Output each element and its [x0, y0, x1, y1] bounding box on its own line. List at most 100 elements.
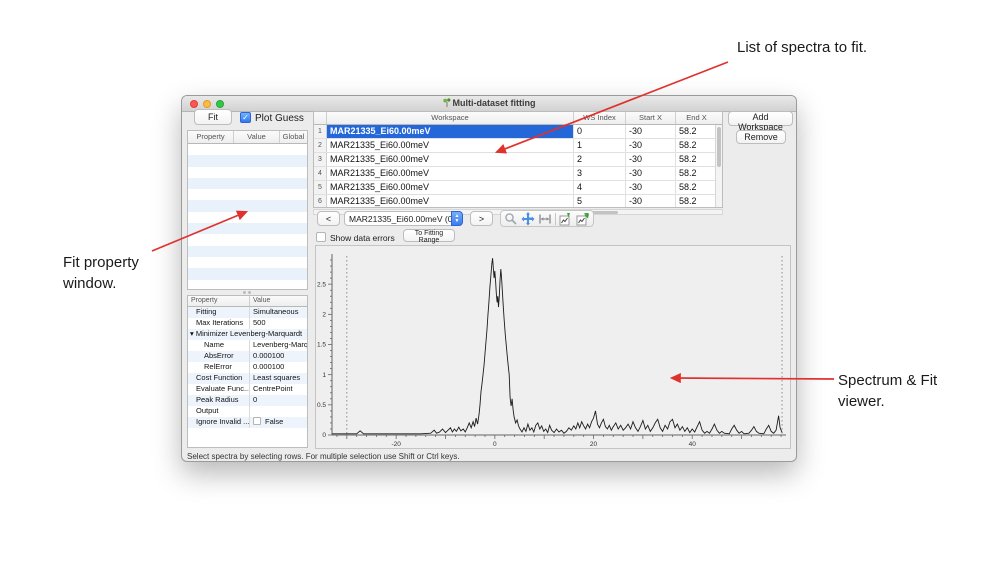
workspace-name-cell[interactable]: MAR21335_Ei60.00meV	[327, 195, 574, 208]
next-spectrum-button[interactable]: >	[470, 211, 493, 226]
settings-value-cell[interactable]: Levenberg-Marqu...	[250, 340, 307, 351]
spectrum-plot-canvas[interactable]: 00.511.522.5-2002040	[316, 246, 790, 448]
fit-settings-row: FittingSimultaneous	[188, 307, 307, 318]
fit-settings-table[interactable]: Property Value FittingSimultaneousMax It…	[187, 295, 308, 448]
fit-property-row	[188, 280, 307, 290]
header-value[interactable]: Value	[234, 131, 280, 143]
to-fitting-range-button[interactable]: To Fitting Range	[403, 229, 455, 242]
svg-text:1.5: 1.5	[317, 342, 326, 349]
fit-settings-row: Output	[188, 406, 307, 417]
workspace-table-row[interactable]: 1MAR21335_Ei60.00meV0-3058.2	[314, 125, 722, 139]
settings-property-cell: Name	[188, 340, 250, 351]
header-property[interactable]: Property	[188, 296, 250, 306]
workspace-table-row[interactable]: 6MAR21335_Ei60.00meV5-3058.2	[314, 195, 722, 208]
fit-property-row	[188, 155, 307, 166]
header-ws-index[interactable]: WS Index	[574, 112, 626, 124]
settings-value-cell[interactable]: False	[250, 417, 307, 428]
spectrum-stepper[interactable]: ▲▼	[451, 211, 463, 226]
fit-settings-row: Cost FunctionLeast squares	[188, 373, 307, 384]
svg-text:-20: -20	[391, 441, 401, 448]
workspace-table-row[interactable]: 5MAR21335_Ei60.00meV4-3058.2	[314, 181, 722, 195]
svg-text:1: 1	[322, 372, 326, 379]
splitter-handle[interactable]	[240, 291, 254, 294]
fit-settings-row: Max Iterations500	[188, 318, 307, 329]
start-x-cell[interactable]: -30	[626, 153, 676, 166]
ws-index-cell[interactable]: 3	[574, 167, 626, 180]
header-value[interactable]: Value	[250, 296, 307, 306]
show-data-errors-checkbox[interactable]	[316, 232, 326, 242]
settings-value-cell[interactable]: CentrePoint	[250, 384, 307, 395]
remove-button[interactable]: Remove	[736, 130, 786, 144]
settings-group-row[interactable]: ▾ Minimizer Levenberg-Marquardt	[188, 329, 307, 340]
header-end-x[interactable]: End X	[676, 112, 717, 124]
end-x-cell[interactable]: 58.2	[676, 153, 717, 166]
start-x-cell[interactable]: -30	[626, 139, 676, 152]
fit-property-row	[188, 178, 307, 189]
fit-property-table[interactable]: Property Value Global	[187, 130, 308, 290]
add-workspace-button[interactable]: Add Workspace	[728, 111, 793, 126]
fit-settings-row: Evaluate Func...CentrePoint	[188, 384, 307, 395]
fit-settings-table-body: FittingSimultaneousMax Iterations500▾ Mi…	[188, 307, 307, 428]
workspace-table[interactable]: Workspace WS Index Start X End X 1MAR213…	[313, 111, 723, 208]
workspace-name-cell[interactable]: MAR21335_Ei60.00meV	[327, 125, 574, 138]
header-start-x[interactable]: Start X	[626, 112, 676, 124]
export-plot-icon[interactable]	[559, 212, 573, 226]
fit-property-row	[188, 167, 307, 178]
start-x-cell[interactable]: -30	[626, 167, 676, 180]
fit-button[interactable]: Fit	[194, 109, 232, 125]
spectrum-plot[interactable]: 00.511.522.5-2002040	[315, 245, 791, 449]
prev-spectrum-button[interactable]: <	[317, 211, 340, 226]
mantid-app-icon	[443, 98, 451, 107]
header-workspace[interactable]: Workspace	[327, 112, 574, 124]
end-x-cell[interactable]: 58.2	[676, 167, 717, 180]
fit-range-icon[interactable]	[538, 212, 552, 226]
settings-value-cell[interactable]: Least squares	[250, 373, 307, 384]
ws-index-cell[interactable]: 4	[574, 181, 626, 194]
settings-property-cell: Evaluate Func...	[188, 384, 250, 395]
workspace-table-row[interactable]: 3MAR21335_Ei60.00meV2-3058.2	[314, 153, 722, 167]
window-title: Multi-dataset fitting	[182, 98, 796, 108]
start-x-cell[interactable]: -30	[626, 125, 676, 138]
spectrum-combobox[interactable]: MAR21335_Ei60.00meV (0) ▲▼	[344, 211, 463, 226]
settings-value-cell[interactable]: 0.000100	[250, 362, 307, 373]
zoom-icon[interactable]	[504, 212, 518, 226]
settings-value-cell[interactable]: Simultaneous	[250, 307, 307, 318]
fit-settings-table-header: Property Value	[188, 296, 307, 307]
export-all-plots-icon[interactable]	[576, 212, 590, 226]
ignore-invalid-checkbox[interactable]	[253, 417, 261, 425]
row-number-cell: 4	[314, 167, 327, 180]
workspace-name-cell[interactable]: MAR21335_Ei60.00meV	[327, 181, 574, 194]
start-x-cell[interactable]: -30	[626, 195, 676, 208]
workspace-name-cell[interactable]: MAR21335_Ei60.00meV	[327, 167, 574, 180]
end-x-cell[interactable]: 58.2	[676, 195, 717, 208]
ws-index-cell[interactable]: 2	[574, 153, 626, 166]
settings-value-cell[interactable]: 0.000100	[250, 351, 307, 362]
settings-value-cell[interactable]: 0	[250, 395, 307, 406]
plot-guess-checkbox[interactable]: ✓	[240, 112, 251, 123]
ws-index-cell[interactable]: 0	[574, 125, 626, 138]
fit-property-row	[188, 189, 307, 200]
header-global[interactable]: Global	[280, 131, 307, 143]
workspace-table-scrollbar-v[interactable]	[715, 125, 722, 208]
workspace-table-row[interactable]: 4MAR21335_Ei60.00meV3-3058.2	[314, 167, 722, 181]
plot-guess-label: Plot Guess	[255, 113, 304, 124]
end-x-cell[interactable]: 58.2	[676, 125, 717, 138]
row-number-cell: 5	[314, 181, 327, 194]
workspace-name-cell[interactable]: MAR21335_Ei60.00meV	[327, 153, 574, 166]
spectrum-combobox-value[interactable]: MAR21335_Ei60.00meV (0)	[344, 211, 451, 226]
settings-property-cell: AbsError	[188, 351, 250, 362]
svg-text:20: 20	[590, 441, 598, 448]
settings-value-cell[interactable]	[250, 406, 307, 417]
end-x-cell[interactable]: 58.2	[676, 181, 717, 194]
fit-settings-row: RelError0.000100	[188, 362, 307, 373]
workspace-table-row[interactable]: 2MAR21335_Ei60.00meV1-3058.2	[314, 139, 722, 153]
pan-icon[interactable]	[521, 212, 535, 226]
header-property[interactable]: Property	[188, 131, 234, 143]
end-x-cell[interactable]: 58.2	[676, 139, 717, 152]
titlebar[interactable]: Multi-dataset fitting	[182, 96, 796, 112]
settings-value-cell[interactable]: 500	[250, 318, 307, 329]
workspace-name-cell[interactable]: MAR21335_Ei60.00meV	[327, 139, 574, 152]
start-x-cell[interactable]: -30	[626, 181, 676, 194]
ws-index-cell[interactable]: 5	[574, 195, 626, 208]
ws-index-cell[interactable]: 1	[574, 139, 626, 152]
